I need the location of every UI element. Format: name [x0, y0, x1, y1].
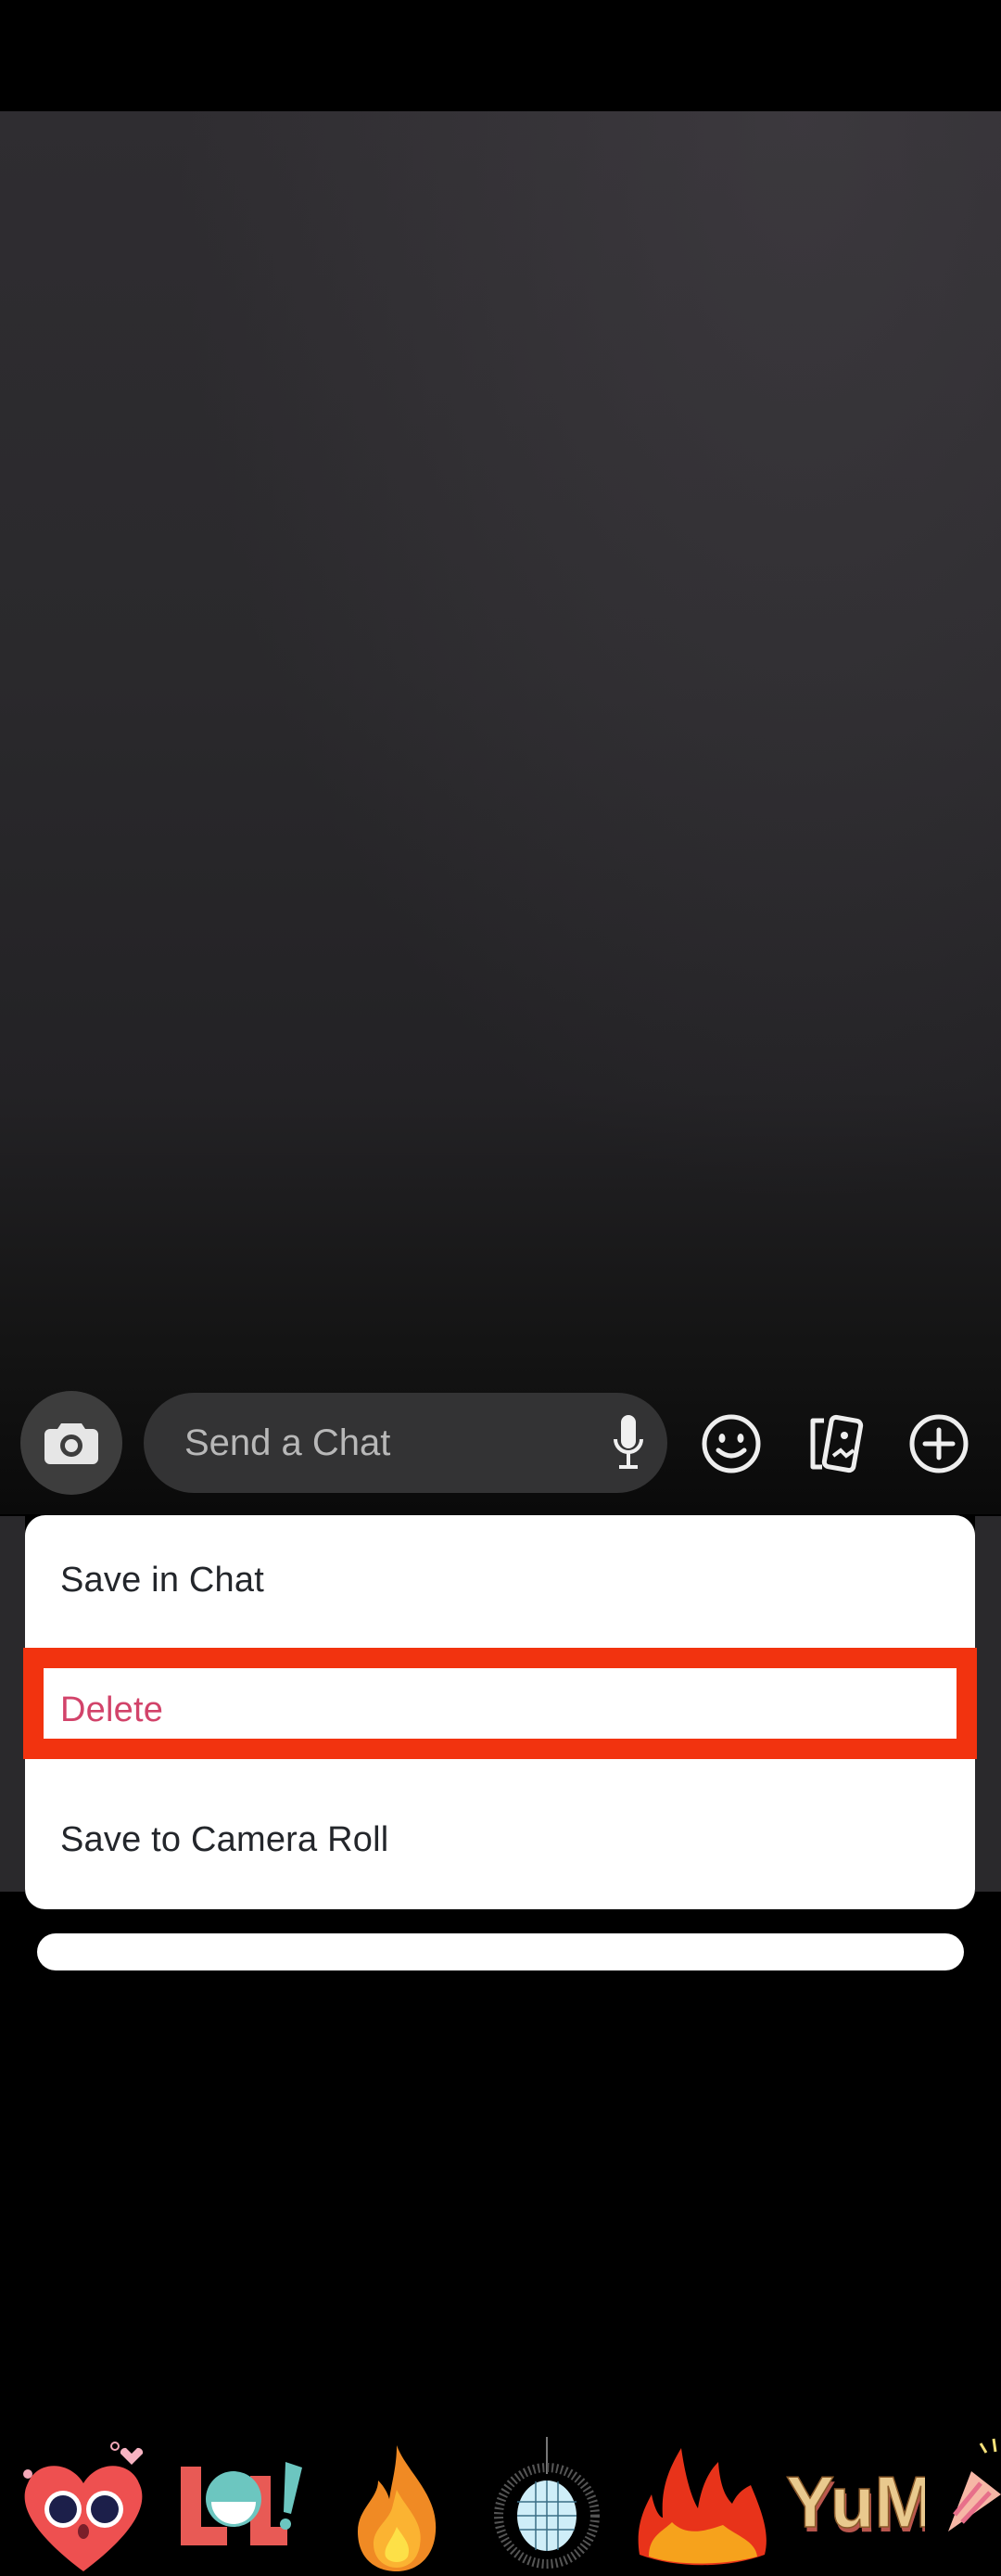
menu-item-save-in-chat[interactable]: Save in Chat — [25, 1515, 975, 1645]
sticker-suggestions: YuM YuM — [0, 1215, 1001, 2571]
menu-item-label: Save to Camera Roll — [60, 1819, 389, 1859]
status-bar — [0, 0, 1001, 111]
menu-item-save-to-camera-roll[interactable]: Save to Camera Roll — [25, 1775, 975, 1905]
next-sheet-peek — [37, 1933, 964, 1970]
backdrop-left — [0, 1516, 25, 1892]
lol-sticker[interactable] — [176, 2457, 306, 2559]
camera-icon — [44, 1423, 98, 1464]
plus-circle-icon[interactable] — [908, 1413, 969, 1474]
red-flames-sticker[interactable] — [635, 2443, 769, 2569]
disco-ball-sticker[interactable] — [491, 2437, 602, 2576]
context-menu: Save in Chat Delete Save to Camera Roll — [25, 1515, 975, 1909]
camera-button[interactable] — [20, 1391, 122, 1495]
svg-text:YuM: YuM — [786, 2461, 925, 2543]
cards-icon[interactable] — [804, 1413, 865, 1474]
party-popper-sticker[interactable] — [944, 2429, 1001, 2550]
backdrop-right — [975, 1516, 1001, 1892]
send-chat-input[interactable] — [183, 1421, 557, 1465]
heart-face-sticker[interactable] — [19, 2437, 148, 2576]
smiley-icon[interactable] — [701, 1413, 762, 1474]
menu-item-delete[interactable]: Delete — [25, 1645, 975, 1775]
microphone-icon[interactable] — [610, 1413, 647, 1473]
yum-sticker[interactable]: YuM YuM — [786, 2443, 925, 2564]
chat-input-field[interactable] — [144, 1393, 667, 1493]
fire-sticker[interactable] — [350, 2443, 443, 2573]
menu-item-label: Delete — [60, 1690, 164, 1729]
menu-item-label: Save in Chat — [60, 1560, 264, 1600]
